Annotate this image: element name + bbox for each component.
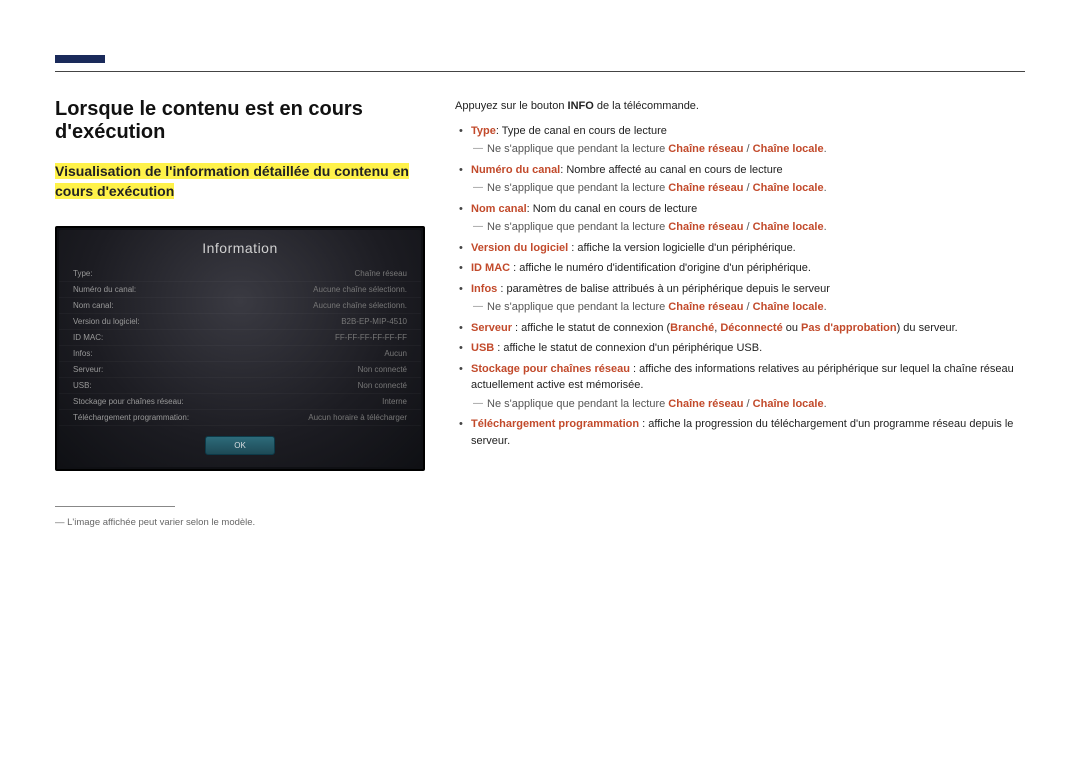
sub-item: Ne s'applique que pendant la lecture Cha… [455, 141, 1025, 158]
info-panel: Information Type:Chaîne réseauNuméro du … [55, 226, 425, 471]
ok-button[interactable]: OK [205, 436, 275, 455]
panel-title: Information [59, 230, 421, 266]
sub-item: Ne s'applique que pendant la lecture Cha… [455, 180, 1025, 197]
info-row: Téléchargement programmation:Aucun horai… [59, 410, 421, 426]
list-item: Numéro du canal: Nombre affecté au canal… [455, 162, 1025, 179]
list-item: Version du logiciel : affiche la version… [455, 240, 1025, 257]
left-column: Lorsque le contenu est en cours d'exécut… [55, 98, 425, 528]
list-item: ID MAC : affiche le numéro d'identificat… [455, 260, 1025, 277]
page-content: Lorsque le contenu est en cours d'exécut… [55, 98, 1025, 528]
info-row: Nom canal:Aucune chaîne sélectionn. [59, 298, 421, 314]
page-title: Lorsque le contenu est en cours d'exécut… [55, 98, 425, 144]
header-rule [55, 71, 1025, 72]
list-item: Type: Type de canal en cours de lecture [455, 123, 1025, 140]
info-row: ID MAC:FF-FF-FF-FF-FF-FF [59, 330, 421, 346]
list-item: Stockage pour chaînes réseau : affiche d… [455, 361, 1025, 394]
info-row: Version du logiciel:B2B-EP-MIP-4510 [59, 314, 421, 330]
info-row: Type:Chaîne réseau [59, 266, 421, 282]
info-row: Stockage pour chaînes réseau:Interne [59, 394, 421, 410]
list-item: USB : affiche le statut de connexion d'u… [455, 340, 1025, 357]
info-row: USB:Non connecté [59, 378, 421, 394]
info-row: Serveur:Non connecté [59, 362, 421, 378]
sub-item: Ne s'applique que pendant la lecture Cha… [455, 219, 1025, 236]
list-item: Serveur : affiche le statut de connexion… [455, 320, 1025, 337]
list-item: Téléchargement programmation : affiche l… [455, 416, 1025, 449]
footnote-rule [55, 506, 175, 507]
header-accent [55, 55, 105, 63]
right-column: Appuyez sur le bouton INFO de la télécom… [455, 98, 1025, 528]
section-subtitle: Visualisation de l'information détaillée… [55, 163, 409, 199]
list-item: Infos : paramètres de balise attribués à… [455, 281, 1025, 298]
list-item: Nom canal: Nom du canal en cours de lect… [455, 201, 1025, 218]
intro-text: Appuyez sur le bouton INFO de la télécom… [455, 98, 1025, 115]
sub-item: Ne s'applique que pendant la lecture Cha… [455, 299, 1025, 316]
sub-item: Ne s'applique que pendant la lecture Cha… [455, 396, 1025, 413]
info-row: Numéro du canal:Aucune chaîne sélectionn… [59, 282, 421, 298]
footnote: ― L'image affichée peut varier selon le … [55, 517, 425, 528]
info-row: Infos:Aucun [59, 346, 421, 362]
